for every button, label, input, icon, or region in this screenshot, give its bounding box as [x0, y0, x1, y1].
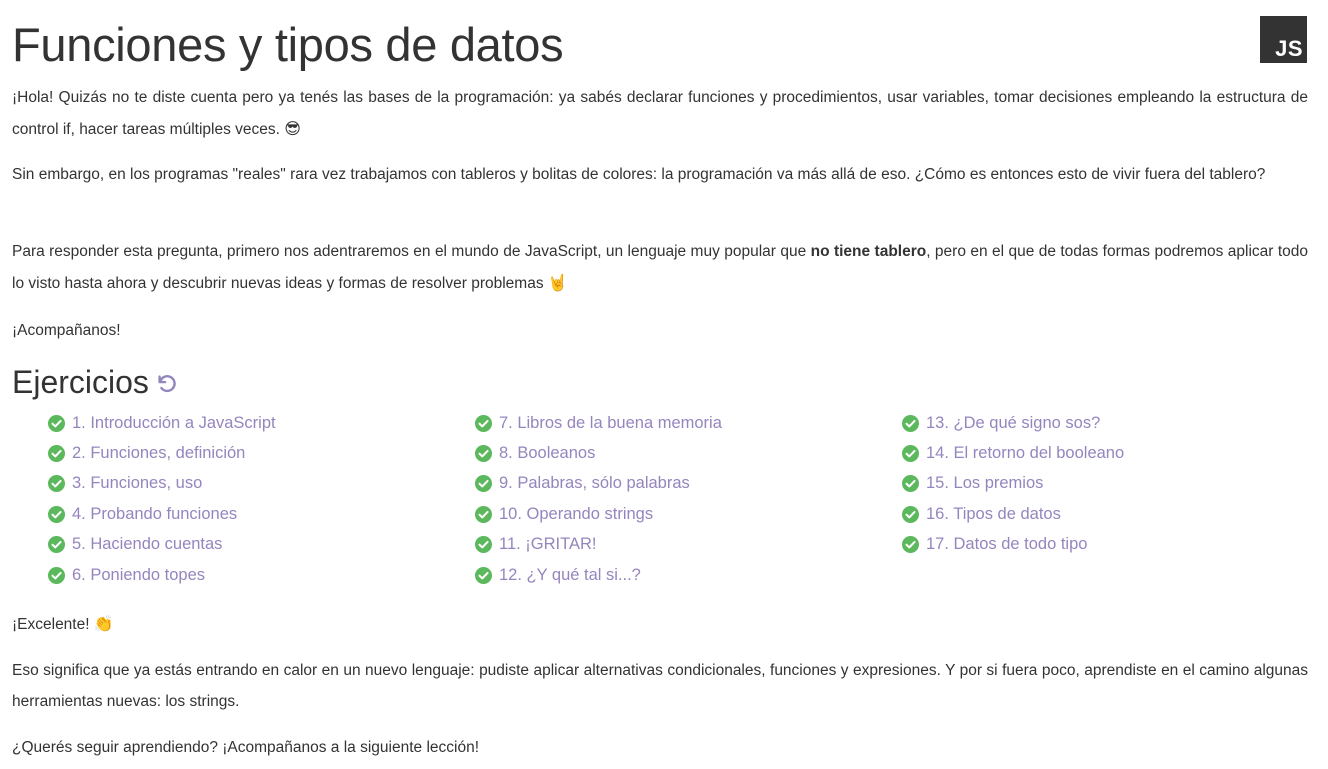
exercises-title: Ejercicios: [12, 364, 149, 400]
exercise-link[interactable]: 8. Booleanos: [475, 438, 895, 468]
exercise-label: 16. Tipos de datos: [926, 504, 1061, 523]
exercise-label: 8. Booleanos: [499, 444, 596, 463]
exercise-label: 10. Operando strings: [499, 504, 654, 523]
exercise-label: 11. ¡GRITAR!: [499, 535, 597, 554]
check-circle-icon: [902, 414, 919, 432]
exercises-heading: Ejercicios: [12, 360, 177, 405]
intro-paragraph-1: ¡Hola! Quizás no te diste cuenta pero ya…: [12, 82, 1308, 145]
exercise-label: 9. Palabras, sólo palabras: [499, 474, 690, 493]
intro-text-3-bold: no tiene tablero: [810, 243, 927, 260]
outro-paragraph-3: ¿Querés seguir aprendiendo? ¡Acompañanos…: [12, 739, 480, 756]
check-circle-icon: [475, 414, 492, 432]
exercises-column-2: 7. Libros de la buena memoria 8. Boolean…: [475, 408, 895, 590]
reset-icon[interactable]: [155, 361, 177, 405]
exercise-link[interactable]: 15. Los premios: [902, 469, 1322, 499]
check-circle-icon: [48, 566, 65, 584]
exercise-link[interactable]: 13. ¿De qué signo sos?: [902, 408, 1322, 438]
outro-paragraph-2: Eso significa que ya estás entrando en c…: [12, 662, 1308, 710]
exercise-label: 4. Probando funciones: [72, 504, 238, 523]
clapping-hands-emoji-icon: 👏: [93, 614, 114, 633]
exercise-label: 3. Funciones, uso: [72, 474, 203, 493]
exercise-link[interactable]: 6. Poniendo topes: [48, 560, 468, 590]
check-circle-icon: [48, 414, 65, 432]
exercise-label: 2. Funciones, definición: [72, 444, 246, 463]
outro-text-1: ¡Excelente!: [12, 616, 90, 633]
check-circle-icon: [902, 445, 919, 463]
check-circle-icon: [48, 536, 65, 554]
exercises-column-3: 13. ¿De qué signo sos? 14. El retorno de…: [902, 408, 1322, 560]
rock-hand-emoji-icon: 🤘: [547, 273, 568, 292]
intro-text-3a: Para responder esta pregunta, primero no…: [12, 243, 811, 260]
exercise-label: 5. Haciendo cuentas: [72, 535, 223, 554]
exercise-link[interactable]: 10. Operando strings: [475, 499, 895, 529]
check-circle-icon: [475, 536, 492, 554]
check-circle-icon: [475, 566, 492, 584]
exercise-link[interactable]: 17. Datos de todo tipo: [902, 530, 1322, 560]
page-title: Funciones y tipos de datos: [12, 18, 564, 71]
check-circle-icon: [475, 475, 492, 493]
exercise-label: 7. Libros de la buena memoria: [499, 413, 722, 432]
exercise-link[interactable]: 4. Probando funciones: [48, 499, 468, 529]
js-logo-icon: JS: [1260, 16, 1307, 63]
exercise-link[interactable]: 14. El retorno del booleano: [902, 438, 1322, 468]
exercise-label: 13. ¿De qué signo sos?: [926, 413, 1101, 432]
outro-paragraph-1: ¡Excelente! 👏: [12, 608, 1308, 640]
check-circle-icon: [475, 445, 492, 463]
check-circle-icon: [48, 445, 65, 463]
exercises-column-1: 1. Introducción a JavaScript 2. Funcione…: [48, 408, 468, 590]
exercise-link[interactable]: 3. Funciones, uso: [48, 469, 468, 499]
lesson-page: Funciones y tipos de datos JS ¡Hola! Qui…: [0, 0, 1328, 769]
intro-text-1: ¡Hola! Quizás no te diste cuenta pero ya…: [12, 89, 1308, 138]
intro-paragraph-4: ¡Acompañanos!: [12, 322, 121, 339]
intro-paragraph-2: Sin embargo, en los programas "reales" r…: [12, 166, 1266, 183]
exercise-link[interactable]: 16. Tipos de datos: [902, 499, 1322, 529]
check-circle-icon: [902, 536, 919, 554]
exercise-link[interactable]: 5. Haciendo cuentas: [48, 530, 468, 560]
exercise-link[interactable]: 1. Introducción a JavaScript: [48, 408, 468, 438]
exercise-link[interactable]: 7. Libros de la buena memoria: [475, 408, 895, 438]
check-circle-icon: [902, 475, 919, 493]
exercise-label: 15. Los premios: [926, 474, 1044, 493]
exercise-label: 12. ¿Y qué tal si...?: [499, 565, 641, 584]
exercise-link[interactable]: 11. ¡GRITAR!: [475, 530, 895, 560]
exercise-link[interactable]: 2. Funciones, definición: [48, 438, 468, 468]
intro-paragraph-3: Para responder esta pregunta, primero no…: [12, 236, 1308, 299]
exercise-label: 1. Introducción a JavaScript: [72, 413, 276, 432]
exercise-label: 17. Datos de todo tipo: [926, 535, 1088, 554]
check-circle-icon: [475, 505, 492, 523]
exercise-label: 14. El retorno del booleano: [926, 444, 1125, 463]
exercise-link[interactable]: 9. Palabras, sólo palabras: [475, 469, 895, 499]
exercise-link[interactable]: 12. ¿Y qué tal si...?: [475, 560, 895, 590]
exercise-label: 6. Poniendo topes: [72, 565, 206, 584]
check-circle-icon: [48, 475, 65, 493]
check-circle-icon: [48, 505, 65, 523]
sunglasses-emoji-icon: 😎: [284, 119, 301, 138]
check-circle-icon: [902, 505, 919, 523]
